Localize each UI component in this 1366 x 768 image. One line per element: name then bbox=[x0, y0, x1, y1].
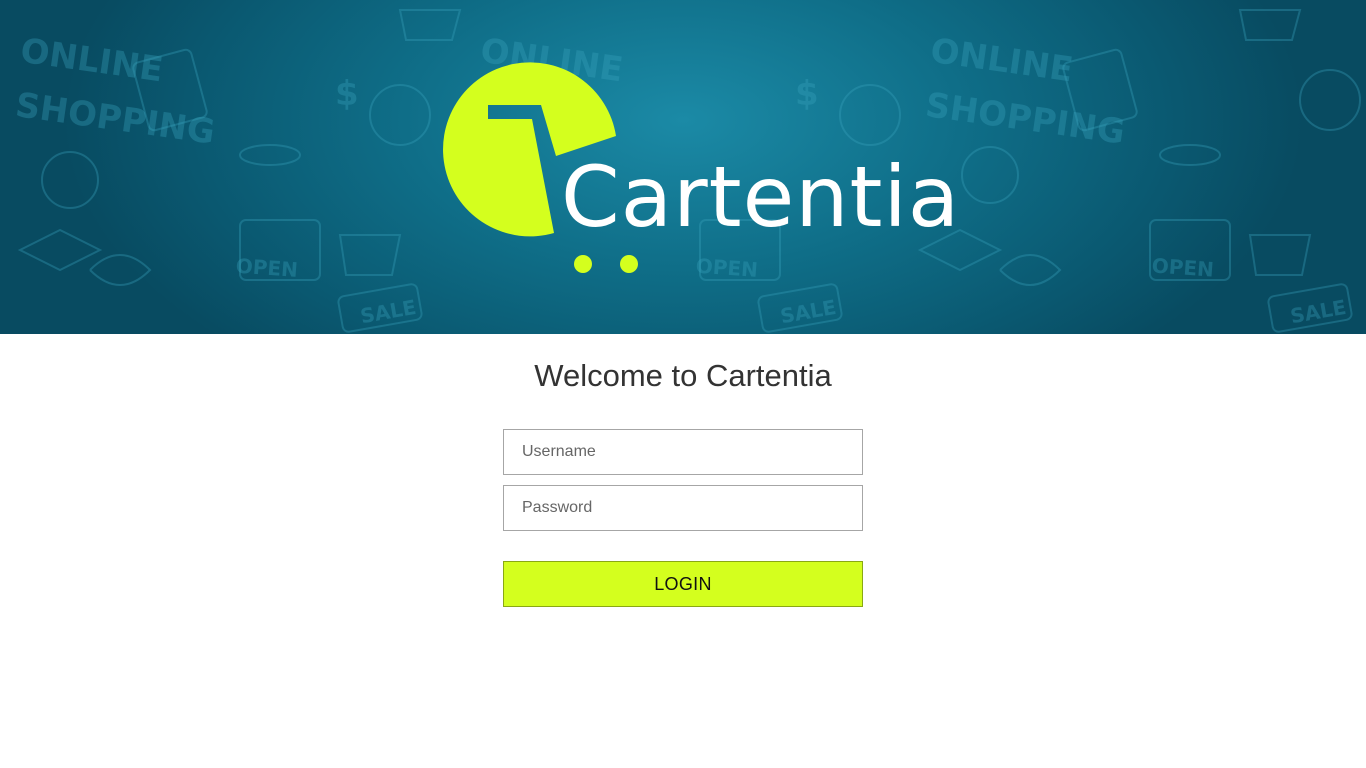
clock-icon bbox=[41, 151, 99, 209]
svg-text:SHOPPING: SHOPPING bbox=[13, 85, 217, 153]
login-form: LOGIN bbox=[503, 429, 863, 607]
svg-text:OPEN: OPEN bbox=[1151, 253, 1215, 281]
svg-text:SHOPPING: SHOPPING bbox=[923, 85, 1127, 153]
basket-icon bbox=[1238, 9, 1302, 41]
scale-icon bbox=[1159, 144, 1221, 166]
svg-text:$: $ bbox=[335, 74, 359, 114]
svg-text:SALE: SALE bbox=[778, 295, 838, 328]
svg-text:ONLINE: ONLINE bbox=[928, 31, 1076, 91]
coin-icon bbox=[1299, 69, 1361, 131]
svg-text:SALE: SALE bbox=[1288, 295, 1348, 328]
cart-icon bbox=[1248, 234, 1312, 276]
password-input[interactable] bbox=[503, 485, 863, 531]
scale-icon bbox=[239, 144, 301, 166]
cart-wheel-icon bbox=[574, 255, 592, 273]
svg-text:ONLINE: ONLINE bbox=[18, 31, 166, 91]
cart-icon bbox=[338, 234, 402, 276]
box-icon bbox=[17, 228, 103, 272]
basket-icon bbox=[398, 9, 462, 41]
username-input[interactable] bbox=[503, 429, 863, 475]
cart-wheel-icon bbox=[620, 255, 638, 273]
login-button[interactable]: LOGIN bbox=[503, 561, 863, 607]
header-banner: ONLINE SHOPPING ONLINE SHOPPING ONLINE $… bbox=[0, 0, 1366, 334]
piggy-bank-icon bbox=[999, 254, 1062, 286]
welcome-heading: Welcome to Cartentia bbox=[534, 358, 832, 393]
svg-text:SALE: SALE bbox=[358, 295, 418, 328]
clock-icon bbox=[961, 146, 1019, 204]
piggy-bank-icon bbox=[89, 254, 152, 286]
coin-icon bbox=[369, 84, 431, 146]
svg-text:OPEN: OPEN bbox=[235, 254, 299, 282]
brand-wordmark: Cartentia bbox=[561, 148, 961, 246]
